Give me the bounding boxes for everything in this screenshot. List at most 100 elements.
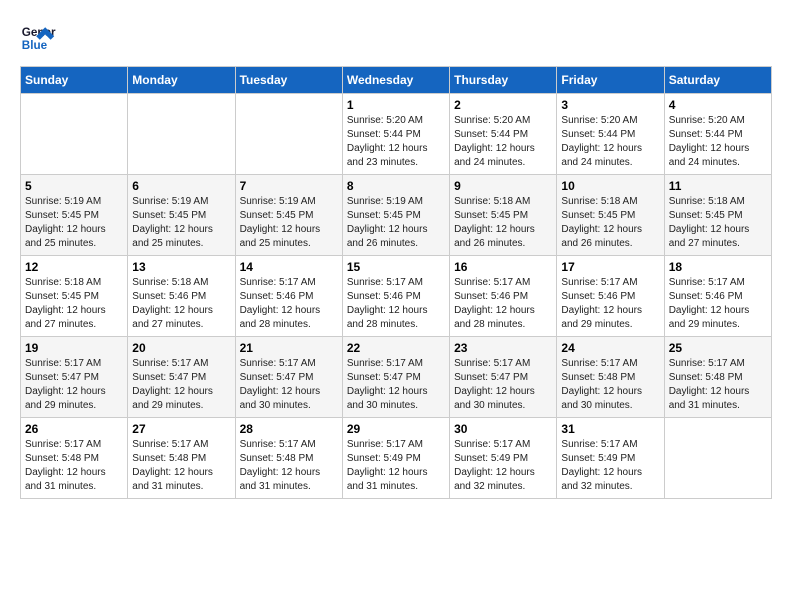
day-number: 7	[240, 179, 338, 193]
day-info: Sunrise: 5:19 AM Sunset: 5:45 PM Dayligh…	[132, 195, 230, 251]
day-info: Sunrise: 5:17 AM Sunset: 5:49 PM Dayligh…	[347, 438, 445, 494]
day-number: 19	[25, 341, 123, 355]
calendar-cell: 28 Sunrise: 5:17 AM Sunset: 5:48 PM Dayli…	[235, 418, 342, 499]
day-number: 18	[669, 260, 767, 274]
day-info: Sunrise: 5:17 AM Sunset: 5:47 PM Dayligh…	[454, 357, 552, 413]
day-of-week-tuesday: Tuesday	[235, 67, 342, 94]
day-info: Sunrise: 5:17 AM Sunset: 5:48 PM Dayligh…	[669, 357, 767, 413]
calendar-body: 1 Sunrise: 5:20 AM Sunset: 5:44 PM Daylig…	[21, 94, 772, 499]
day-number: 21	[240, 341, 338, 355]
day-number: 22	[347, 341, 445, 355]
calendar-cell	[128, 94, 235, 175]
calendar-cell: 3 Sunrise: 5:20 AM Sunset: 5:44 PM Daylig…	[557, 94, 664, 175]
calendar-cell: 18 Sunrise: 5:17 AM Sunset: 5:46 PM Dayli…	[664, 256, 771, 337]
calendar-cell: 23Sunrise: 5:17 AM Sunset: 5:47 PM Dayli…	[450, 337, 557, 418]
day-info: Sunrise: 5:18 AM Sunset: 5:45 PM Dayligh…	[25, 276, 123, 332]
day-number: 4	[669, 98, 767, 112]
calendar-cell: 25Sunrise: 5:17 AM Sunset: 5:48 PM Dayli…	[664, 337, 771, 418]
day-info: Sunrise: 5:19 AM Sunset: 5:45 PM Dayligh…	[347, 195, 445, 251]
day-info: Sunrise: 5:17 AM Sunset: 5:48 PM Dayligh…	[25, 438, 123, 494]
day-info: Sunrise: 5:19 AM Sunset: 5:45 PM Dayligh…	[25, 195, 123, 251]
day-number: 27	[132, 422, 230, 436]
day-number: 12	[25, 260, 123, 274]
day-info: Sunrise: 5:18 AM Sunset: 5:45 PM Dayligh…	[454, 195, 552, 251]
calendar-cell: 11 Sunrise: 5:18 AM Sunset: 5:45 PM Dayli…	[664, 175, 771, 256]
day-number: 26	[25, 422, 123, 436]
day-info: Sunrise: 5:17 AM Sunset: 5:48 PM Dayligh…	[132, 438, 230, 494]
calendar-cell: 30 Sunrise: 5:17 AM Sunset: 5:49 PM Dayli…	[450, 418, 557, 499]
logo: General Blue	[20, 20, 56, 56]
day-info: Sunrise: 5:17 AM Sunset: 5:48 PM Dayligh…	[240, 438, 338, 494]
day-number: 5	[25, 179, 123, 193]
day-number: 31	[561, 422, 659, 436]
day-of-week-wednesday: Wednesday	[342, 67, 449, 94]
day-of-week-saturday: Saturday	[664, 67, 771, 94]
day-of-week-thursday: Thursday	[450, 67, 557, 94]
day-number: 8	[347, 179, 445, 193]
day-info: Sunrise: 5:17 AM Sunset: 5:46 PM Dayligh…	[669, 276, 767, 332]
calendar-week-5: 26 Sunrise: 5:17 AM Sunset: 5:48 PM Dayli…	[21, 418, 772, 499]
calendar-cell: 27 Sunrise: 5:17 AM Sunset: 5:48 PM Dayli…	[128, 418, 235, 499]
logo-icon: General Blue	[20, 20, 56, 56]
svg-text:Blue: Blue	[22, 39, 48, 52]
calendar-cell: 19 Sunrise: 5:17 AM Sunset: 5:47 PM Dayli…	[21, 337, 128, 418]
calendar-cell: 4 Sunrise: 5:20 AM Sunset: 5:44 PM Daylig…	[664, 94, 771, 175]
calendar-cell: 1 Sunrise: 5:20 AM Sunset: 5:44 PM Daylig…	[342, 94, 449, 175]
day-of-week-header: SundayMondayTuesdayWednesdayThursdayFrid…	[21, 67, 772, 94]
calendar-cell: 26 Sunrise: 5:17 AM Sunset: 5:48 PM Dayli…	[21, 418, 128, 499]
calendar-cell: 20 Sunrise: 5:17 AM Sunset: 5:47 PM Dayli…	[128, 337, 235, 418]
day-info: Sunrise: 5:20 AM Sunset: 5:44 PM Dayligh…	[669, 114, 767, 170]
day-info: Sunrise: 5:20 AM Sunset: 5:44 PM Dayligh…	[561, 114, 659, 170]
calendar-cell: 29 Sunrise: 5:17 AM Sunset: 5:49 PM Dayli…	[342, 418, 449, 499]
day-info: Sunrise: 5:17 AM Sunset: 5:46 PM Dayligh…	[561, 276, 659, 332]
day-info: Sunrise: 5:20 AM Sunset: 5:44 PM Dayligh…	[347, 114, 445, 170]
day-number: 3	[561, 98, 659, 112]
day-info: Sunrise: 5:17 AM Sunset: 5:47 PM Dayligh…	[132, 357, 230, 413]
day-info: Sunrise: 5:17 AM Sunset: 5:49 PM Dayligh…	[454, 438, 552, 494]
calendar-cell: 12 Sunrise: 5:18 AM Sunset: 5:45 PM Dayli…	[21, 256, 128, 337]
day-number: 11	[669, 179, 767, 193]
day-number: 29	[347, 422, 445, 436]
day-number: 17	[561, 260, 659, 274]
calendar-cell	[21, 94, 128, 175]
day-number: 6	[132, 179, 230, 193]
day-info: Sunrise: 5:17 AM Sunset: 5:47 PM Dayligh…	[25, 357, 123, 413]
calendar-cell: 22 Sunrise: 5:17 AM Sunset: 5:47 PM Dayli…	[342, 337, 449, 418]
day-info: Sunrise: 5:18 AM Sunset: 5:45 PM Dayligh…	[669, 195, 767, 251]
calendar-week-3: 12 Sunrise: 5:18 AM Sunset: 5:45 PM Dayli…	[21, 256, 772, 337]
day-of-week-friday: Friday	[557, 67, 664, 94]
day-number: 30	[454, 422, 552, 436]
day-number: 24	[561, 341, 659, 355]
day-info: Sunrise: 5:17 AM Sunset: 5:47 PM Dayligh…	[240, 357, 338, 413]
day-number: 10	[561, 179, 659, 193]
calendar-week-2: 5 Sunrise: 5:19 AM Sunset: 5:45 PM Daylig…	[21, 175, 772, 256]
calendar-cell: 8 Sunrise: 5:19 AM Sunset: 5:45 PM Daylig…	[342, 175, 449, 256]
calendar-cell: 16 Sunrise: 5:17 AM Sunset: 5:46 PM Dayli…	[450, 256, 557, 337]
calendar-cell	[235, 94, 342, 175]
calendar-table: SundayMondayTuesdayWednesdayThursdayFrid…	[20, 66, 772, 499]
calendar-cell: 10Sunrise: 5:18 AM Sunset: 5:45 PM Dayli…	[557, 175, 664, 256]
calendar-cell: 21 Sunrise: 5:17 AM Sunset: 5:47 PM Dayli…	[235, 337, 342, 418]
day-of-week-monday: Monday	[128, 67, 235, 94]
day-number: 28	[240, 422, 338, 436]
calendar-cell: 6 Sunrise: 5:19 AM Sunset: 5:45 PM Daylig…	[128, 175, 235, 256]
day-number: 14	[240, 260, 338, 274]
day-of-week-sunday: Sunday	[21, 67, 128, 94]
day-number: 1	[347, 98, 445, 112]
day-info: Sunrise: 5:17 AM Sunset: 5:47 PM Dayligh…	[347, 357, 445, 413]
calendar-cell: 9Sunrise: 5:18 AM Sunset: 5:45 PM Daylig…	[450, 175, 557, 256]
day-info: Sunrise: 5:17 AM Sunset: 5:46 PM Dayligh…	[240, 276, 338, 332]
calendar-week-1: 1 Sunrise: 5:20 AM Sunset: 5:44 PM Daylig…	[21, 94, 772, 175]
day-info: Sunrise: 5:20 AM Sunset: 5:44 PM Dayligh…	[454, 114, 552, 170]
day-info: Sunrise: 5:17 AM Sunset: 5:46 PM Dayligh…	[454, 276, 552, 332]
day-number: 2	[454, 98, 552, 112]
day-number: 16	[454, 260, 552, 274]
calendar-cell: 7Sunrise: 5:19 AM Sunset: 5:45 PM Daylig…	[235, 175, 342, 256]
calendar-cell: 14 Sunrise: 5:17 AM Sunset: 5:46 PM Dayli…	[235, 256, 342, 337]
calendar-cell: 31Sunrise: 5:17 AM Sunset: 5:49 PM Dayli…	[557, 418, 664, 499]
calendar-cell: 2 Sunrise: 5:20 AM Sunset: 5:44 PM Daylig…	[450, 94, 557, 175]
day-number: 20	[132, 341, 230, 355]
day-info: Sunrise: 5:17 AM Sunset: 5:48 PM Dayligh…	[561, 357, 659, 413]
calendar-cell: 5 Sunrise: 5:19 AM Sunset: 5:45 PM Daylig…	[21, 175, 128, 256]
day-info: Sunrise: 5:17 AM Sunset: 5:46 PM Dayligh…	[347, 276, 445, 332]
